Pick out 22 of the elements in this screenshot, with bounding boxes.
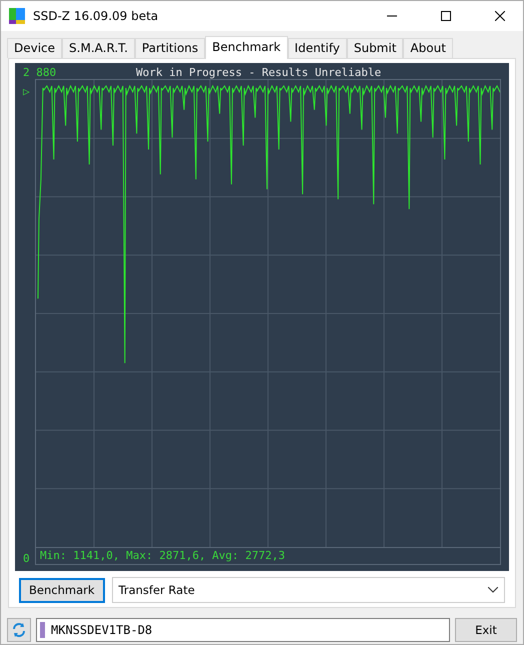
refresh-button[interactable]: [7, 618, 31, 642]
refresh-icon: [11, 622, 27, 638]
benchmark-button[interactable]: Benchmark: [19, 578, 105, 602]
tab[interactable]: Submit: [346, 38, 404, 58]
chevron-icon: [488, 587, 498, 593]
y-min-label: 0: [23, 552, 31, 565]
tab[interactable]: Partitions: [134, 38, 206, 58]
graph-title: Work in Progress - Results Unreliable: [135, 66, 382, 78]
mode-dropdown[interactable]: Transfer Rate: [112, 577, 505, 603]
tab[interactable]: Benchmark: [205, 36, 288, 59]
drive-color-bar: [40, 622, 45, 638]
tab[interactable]: Device: [7, 38, 62, 58]
tab[interactable]: About: [403, 38, 453, 58]
tab[interactable]: S.M.A.R.T.: [62, 38, 135, 58]
app-logo-icon: [9, 8, 25, 24]
stats-text: Min: 1141,0, Max: 2871,6, Avg: 2772,3: [36, 547, 500, 564]
marker-glyph: ▷: [23, 85, 31, 98]
y-max-label: 2 880: [23, 66, 56, 78]
tab[interactable]: Identify: [288, 38, 347, 58]
window-title: SSD-Z 16.09.09 beta: [33, 9, 160, 23]
drive-field[interactable]: MKNSSDEV1TB-D8: [36, 618, 450, 642]
exit-button[interactable]: Exit: [455, 618, 517, 642]
